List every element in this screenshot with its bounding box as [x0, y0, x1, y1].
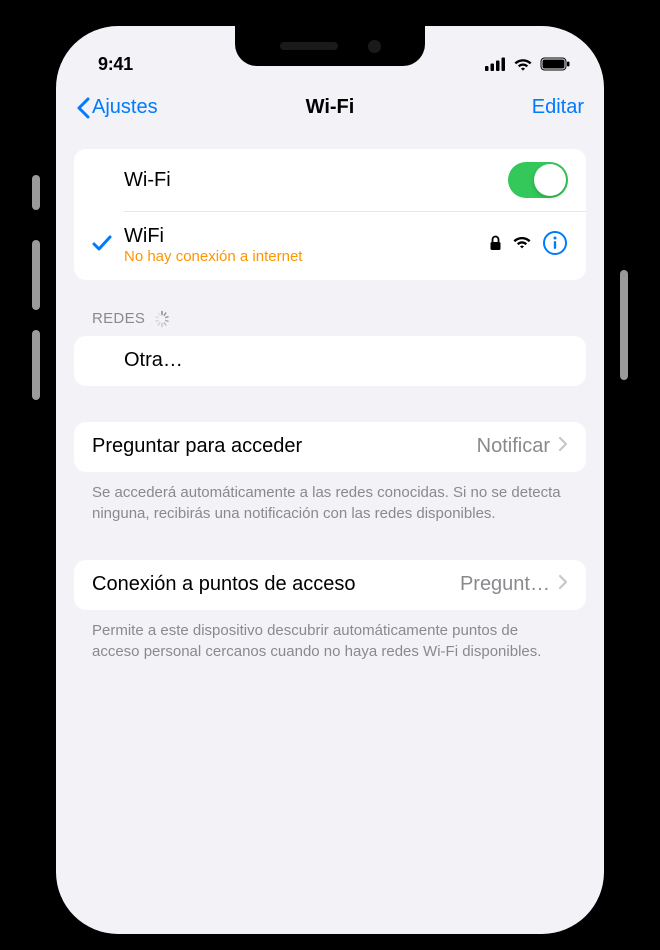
nav-bar: Ajustes Wi-Fi Editar	[56, 82, 604, 129]
wifi-toggle-label: Wi-Fi	[124, 169, 508, 192]
info-icon[interactable]	[542, 230, 568, 261]
hotspot-label: Conexión a puntos de acceso	[92, 573, 356, 596]
chevron-right-icon	[558, 574, 568, 595]
back-button[interactable]: Ajustes	[76, 96, 158, 119]
mute-switch[interactable]	[32, 175, 40, 210]
checkmark-icon	[92, 234, 112, 257]
status-time: 9:41	[98, 54, 133, 75]
volume-up-button[interactable]	[32, 240, 40, 310]
battery-icon	[540, 57, 570, 71]
notch	[235, 26, 425, 66]
chevron-right-icon	[558, 436, 568, 457]
ask-to-join-value: Notificar	[477, 435, 550, 458]
wifi-icon	[513, 57, 533, 71]
hotspot-footer: Permite a este dispositivo descubrir aut…	[74, 610, 586, 662]
power-button[interactable]	[620, 270, 628, 380]
networks-group: Otra…	[74, 336, 586, 386]
hotspot-value: Pregunt…	[460, 573, 550, 596]
hotspot-group: Conexión a puntos de acceso Pregunt…	[74, 560, 586, 610]
spinner-icon	[153, 310, 171, 328]
other-network-row[interactable]: Otra…	[74, 336, 586, 386]
screen: 9:41 Ajustes	[56, 26, 604, 934]
ask-to-join-label: Preguntar para acceder	[92, 435, 477, 458]
edit-button[interactable]: Editar	[532, 96, 584, 119]
hotspot-row[interactable]: Conexión a puntos de acceso Pregunt…	[74, 560, 586, 610]
ask-to-join-footer: Se accederá automáticamente a las redes …	[74, 472, 586, 524]
lock-icon	[489, 235, 502, 256]
wifi-group: Wi-Fi WiFi No hay conexión a internet	[74, 149, 586, 280]
ask-to-join-group: Preguntar para acceder Notificar	[74, 422, 586, 472]
wifi-signal-icon	[512, 235, 532, 255]
connected-network-name: WiFi	[124, 224, 489, 248]
volume-down-button[interactable]	[32, 330, 40, 400]
cellular-icon	[485, 57, 506, 71]
other-network-label: Otra…	[124, 349, 568, 372]
connected-network-row[interactable]: WiFi No hay conexión a internet	[74, 211, 586, 280]
connected-network-status: No hay conexión a internet	[124, 248, 489, 267]
ask-to-join-row[interactable]: Preguntar para acceder Notificar	[74, 422, 586, 472]
wifi-toggle[interactable]	[508, 162, 568, 198]
wifi-toggle-row: Wi-Fi	[74, 149, 586, 211]
networks-header: REDES	[74, 280, 586, 336]
back-label: Ajustes	[92, 96, 158, 119]
